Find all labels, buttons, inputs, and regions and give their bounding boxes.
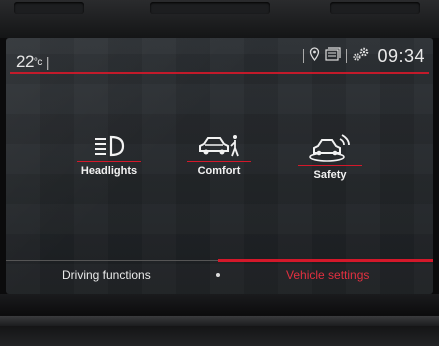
air-vent-center — [150, 2, 270, 14]
media-source-icon[interactable] — [325, 46, 342, 66]
tab-indicator-active — [218, 259, 433, 262]
status-bar: 22°c | 09:34 — [6, 38, 433, 72]
tile-safety[interactable]: Safety — [295, 133, 365, 181]
tile-label: Safety — [313, 169, 347, 181]
tile-underline — [77, 161, 141, 162]
location-pin-icon[interactable] — [309, 46, 320, 66]
air-vent-right — [330, 2, 420, 14]
dashboard-top-bezel — [0, 0, 439, 38]
tile-headlights[interactable]: Headlights — [74, 133, 144, 177]
clock: 09:34 — [377, 45, 425, 66]
temperature-separator: | — [45, 54, 50, 70]
header-divider — [10, 72, 429, 74]
temperature-value: 22 — [16, 52, 34, 71]
car-signal-icon — [295, 133, 365, 163]
headlight-icon — [74, 133, 144, 159]
air-vent-left — [14, 2, 84, 14]
tile-comfort[interactable]: Comfort — [184, 133, 254, 177]
temperature-display[interactable]: 22°c | — [16, 52, 50, 72]
touchscreen: 22°c | 09:34 Headlights Comfort Safety D… — [6, 38, 433, 294]
tile-underline — [187, 161, 251, 162]
temperature-unit: °c — [33, 57, 43, 68]
tab-vehicle-settings[interactable]: Vehicle settings — [286, 268, 369, 282]
tile-label: Headlights — [80, 165, 138, 177]
tile-label: Comfort — [197, 165, 241, 177]
divider — [346, 49, 348, 63]
bottom-navigation: Driving functions Vehicle settings — [6, 254, 433, 294]
tile-underline — [298, 165, 362, 166]
divider — [303, 49, 305, 63]
dashboard-trim — [0, 316, 439, 326]
tab-driving-functions[interactable]: Driving functions — [62, 268, 151, 282]
settings-gears-icon[interactable] — [352, 47, 370, 66]
tab-indicator-inactive — [6, 260, 218, 261]
page-indicator-dot — [216, 273, 220, 277]
status-icons: 09:34 — [303, 46, 425, 66]
car-person-icon — [184, 133, 254, 159]
